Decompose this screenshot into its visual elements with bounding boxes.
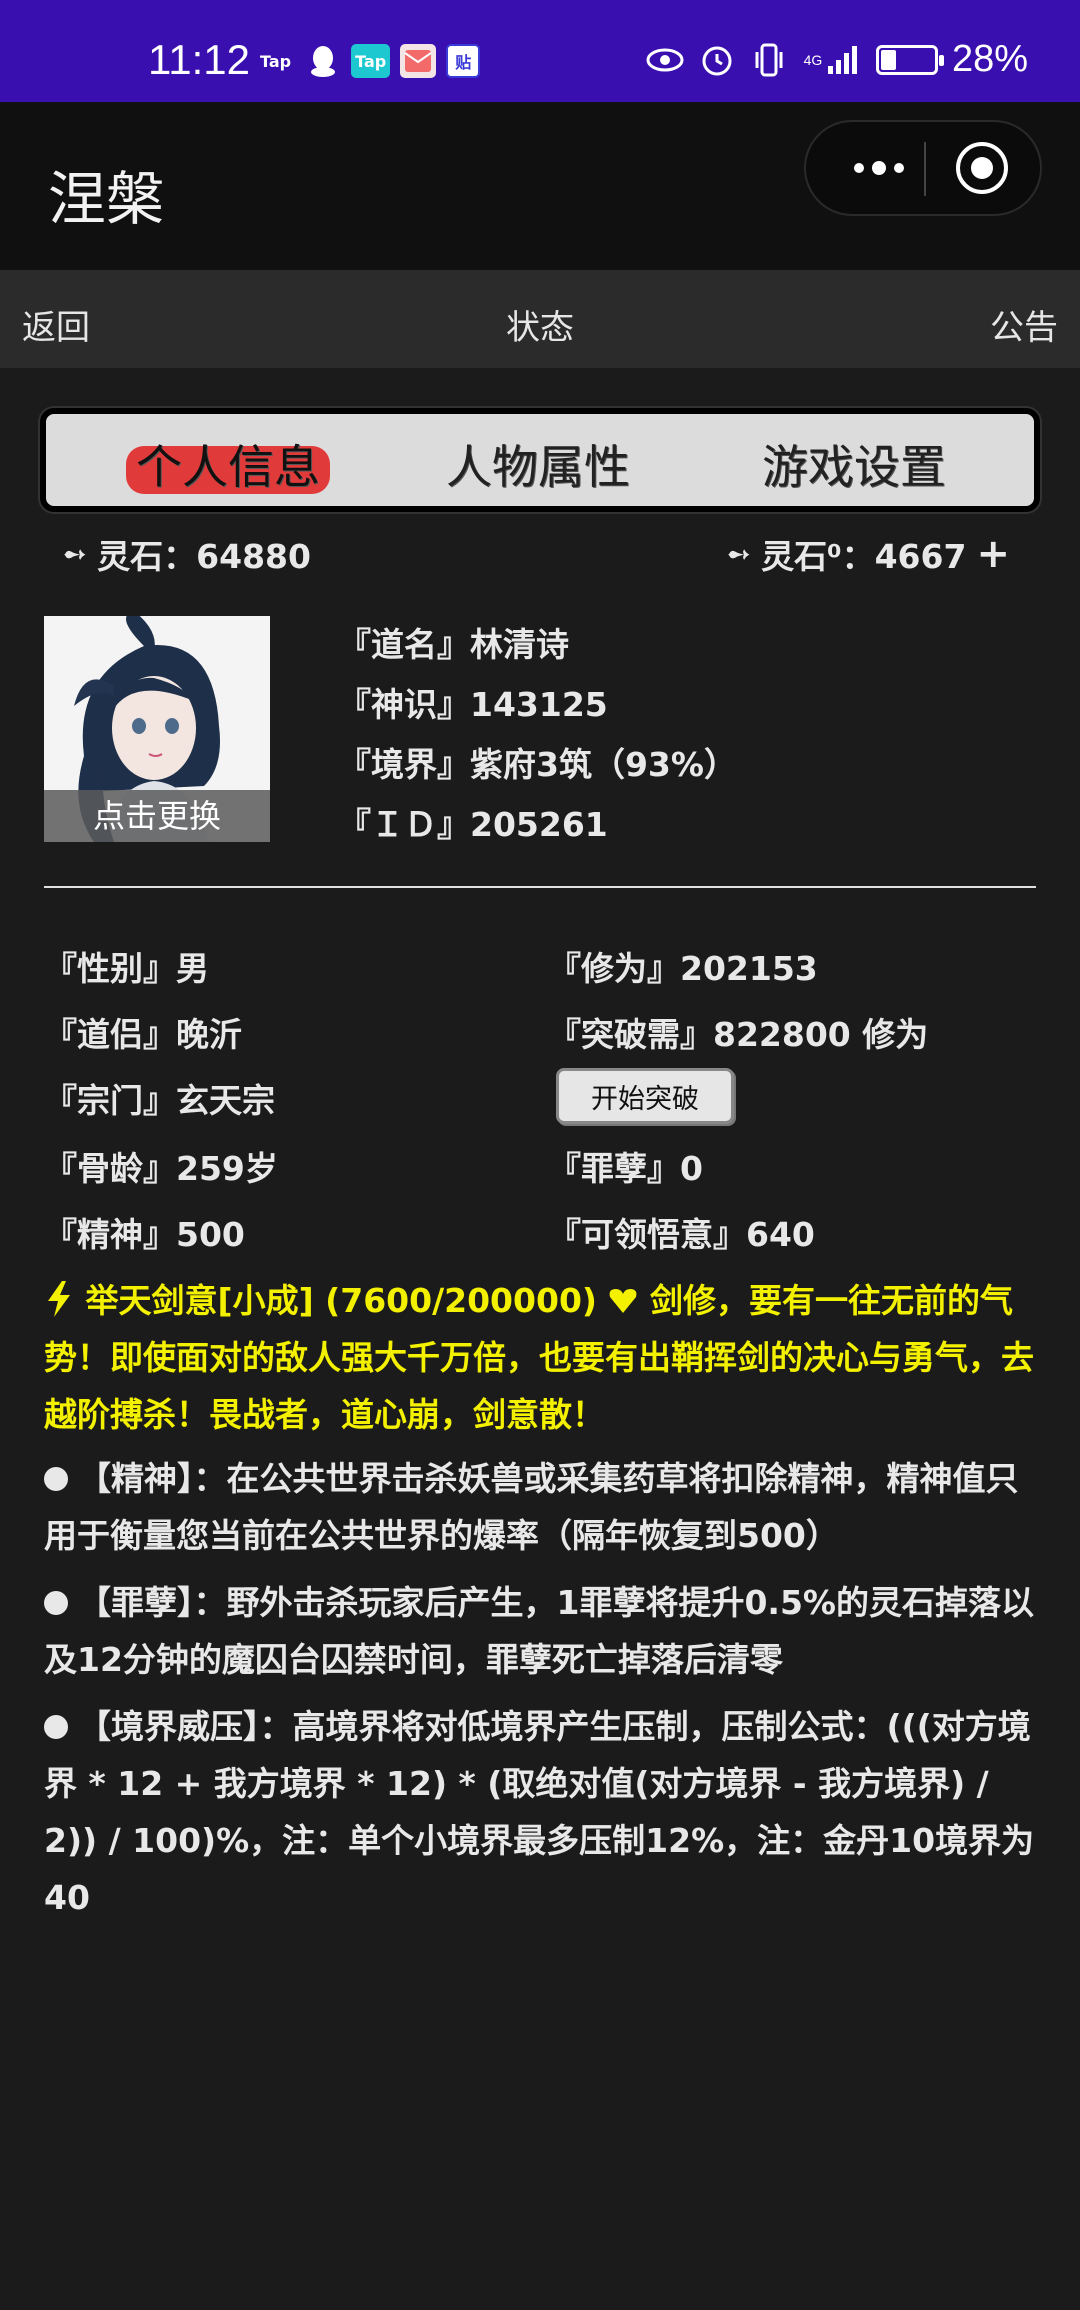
close-button[interactable] bbox=[954, 140, 1010, 196]
tab-label: 游戏设置 bbox=[762, 440, 946, 494]
tap-app-icon: Tap bbox=[260, 51, 292, 71]
realm: 『境界』紫府3筑（93%） bbox=[338, 745, 737, 784]
divider bbox=[44, 886, 1036, 888]
status-time: 11:12 bbox=[148, 36, 250, 83]
capsule-divider bbox=[924, 142, 926, 196]
note-text: 【精神】：在公共世界击杀妖兽或采集药草将扣除精神，精神值只用于衡量您当前在公共世… bbox=[44, 1459, 1019, 1555]
signal-icon: 4G bbox=[802, 41, 862, 79]
note-text: 【境界威压】：高境界将对低境界产生压制，压制公式：(((对方境界 * 12 + … bbox=[44, 1707, 1035, 1917]
qq-icon bbox=[305, 44, 341, 78]
tab-label: 人物属性 bbox=[446, 440, 630, 494]
note-realm-pressure: 【境界威压】：高境界将对低境界产生压制，压制公式：(((对方境界 * 12 + … bbox=[44, 1698, 1044, 1926]
note-text: 【罪孽】：野外击杀玩家后产生，1罪孽将提升0.5%的灵石掉落以及12分钟的魔囚台… bbox=[44, 1583, 1034, 1679]
tieba-icon: 贴 bbox=[446, 44, 481, 78]
tab-character-attributes[interactable]: 人物属性 bbox=[442, 434, 634, 494]
note-spirit: 【精神】：在公共世界击杀妖兽或采集药草将扣除精神，精神值只用于衡量您当前在公共世… bbox=[44, 1450, 1044, 1564]
avatar[interactable]: 点击更换 bbox=[44, 616, 270, 842]
bullet-icon bbox=[44, 1467, 68, 1491]
insight-value: 『可领悟意』640 bbox=[548, 1215, 815, 1254]
spirit-stone-right: ➻ 灵石⁰：4667 + bbox=[726, 530, 1010, 578]
mail-app-icon bbox=[400, 44, 437, 78]
lightning-icon bbox=[44, 1281, 86, 1320]
status-bar: 11:12 Tap Tap 贴 4G 28% bbox=[0, 0, 1080, 102]
title-bar: 涅槃 bbox=[0, 102, 1080, 270]
gender: 『性别』男 bbox=[44, 949, 209, 988]
page-title: 状态 bbox=[506, 308, 574, 348]
bullet-icon bbox=[44, 1591, 68, 1615]
start-breakthrough-button[interactable]: 开始突破 bbox=[556, 1068, 734, 1124]
tab-bar: 个人信息 人物属性 游戏设置 bbox=[40, 408, 1040, 512]
battery-icon bbox=[875, 44, 944, 75]
change-avatar-label: 点击更换 bbox=[44, 790, 270, 842]
arrow-icon: ➻ bbox=[726, 536, 752, 572]
player-id: 『ＩＤ』205261 bbox=[338, 805, 608, 844]
notice-link[interactable]: 公告 bbox=[990, 300, 1058, 349]
target-icon bbox=[956, 142, 1008, 194]
spirit-stone-value: 灵石：64880 bbox=[97, 537, 311, 576]
premium-stone-value: 灵石⁰：4667 bbox=[761, 537, 967, 576]
tab-label: 个人信息 bbox=[136, 440, 320, 494]
spirit-value: 『精神』500 bbox=[44, 1215, 245, 1254]
cultivation: 『修为』202153 bbox=[548, 949, 818, 988]
bone-age: 『骨龄』259岁 bbox=[44, 1149, 278, 1188]
breakthrough-requirement: 『突破需』822800 修为 bbox=[548, 1015, 929, 1054]
bullet-icon bbox=[44, 1715, 68, 1739]
sin-value: 『罪孽』0 bbox=[548, 1149, 703, 1188]
heart-icon bbox=[608, 1281, 650, 1320]
battery-percent: 28% bbox=[951, 38, 1028, 80]
sword-intent-skill: 举天剑意[小成] (7600/200000) 剑修，要有一往无前的气势！即使面对… bbox=[44, 1272, 1040, 1443]
network-type: 4G bbox=[803, 51, 823, 68]
tab-personal-info[interactable]: 个人信息 bbox=[126, 434, 330, 494]
tap-app-icon-2: Tap bbox=[351, 44, 391, 78]
sect: 『宗门』玄天宗 bbox=[44, 1081, 275, 1120]
eye-icon bbox=[646, 41, 684, 79]
system-status: 4G 28% bbox=[646, 38, 1028, 81]
nav-bar: 返回 状态 公告 bbox=[0, 270, 1080, 368]
more-dots-icon bbox=[854, 161, 904, 175]
more-button[interactable] bbox=[834, 122, 924, 214]
dao-partner: 『道侣』晚沂 bbox=[44, 1015, 242, 1054]
dao-name: 『道名』林清诗 bbox=[338, 625, 569, 664]
app-title: 涅槃 bbox=[48, 165, 165, 233]
add-stone-button[interactable]: + bbox=[976, 531, 1010, 577]
divine-sense: 『神识』143125 bbox=[338, 685, 608, 724]
arrow-icon: ➻ bbox=[62, 536, 88, 572]
battery-fill bbox=[880, 49, 896, 70]
skill-name: 举天剑意[小成] (7600/200000) bbox=[85, 1281, 597, 1320]
alarm-icon bbox=[698, 41, 736, 79]
vibrate-icon bbox=[750, 41, 788, 79]
mini-program-capsule bbox=[804, 120, 1042, 216]
tab-game-settings[interactable]: 游戏设置 bbox=[758, 434, 950, 494]
note-sin: 【罪孽】：野外击杀玩家后产生，1罪孽将提升0.5%的灵石掉落以及12分钟的魔囚台… bbox=[44, 1574, 1044, 1688]
spirit-stone-left: ➻ 灵石：64880 bbox=[62, 530, 311, 578]
notification-icons: Tap Tap 贴 bbox=[256, 44, 481, 78]
